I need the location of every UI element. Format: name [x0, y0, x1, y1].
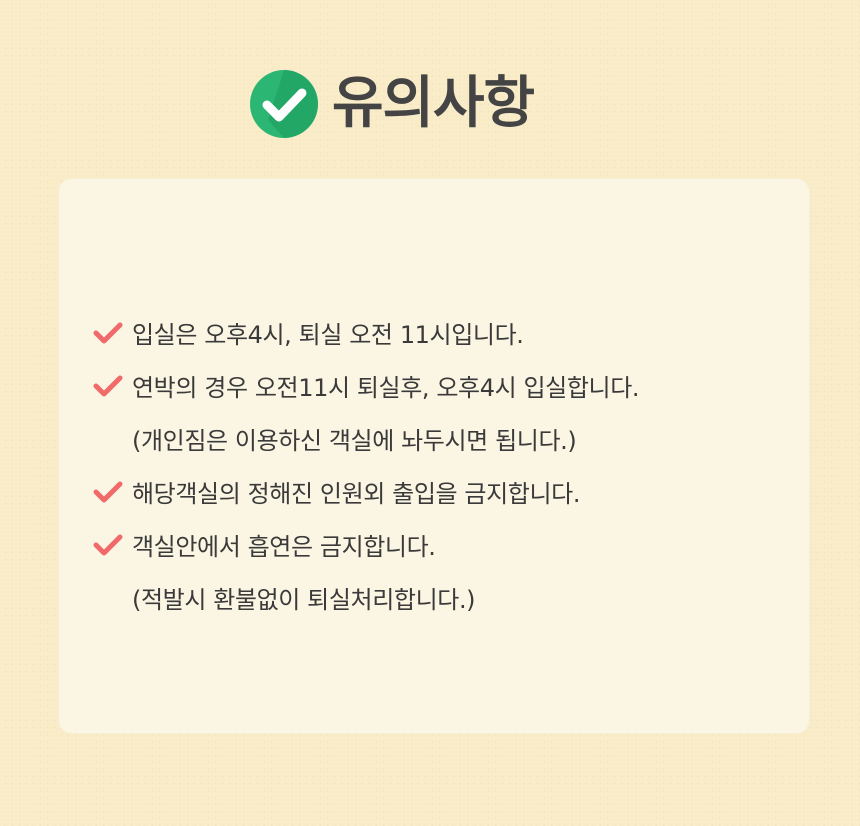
notice-item: 객실안에서 흡연은 금지합니다.: [92, 518, 792, 571]
notice-text: 해당객실의 정해진 인원외 출입을 금지합니다.: [132, 480, 581, 508]
notice-note: (개인짐은 이용하신 객실에 놔두시면 됩니다.): [92, 412, 792, 465]
checkmark-icon: [93, 481, 123, 502]
page-title: 유의사항: [248, 64, 535, 144]
notice-text: 객실안에서 흡연은 금지합니다.: [132, 533, 436, 561]
notice-item: 연박의 경우 오전11시 퇴실후, 오후4시 입실합니다.: [92, 359, 792, 412]
checkmark-icon: [93, 375, 123, 396]
page-title-text: 유의사항: [332, 71, 535, 136]
checkmark-icon: [93, 534, 123, 555]
notice-item: 입실은 오후4시, 퇴실 오전 11시입니다.: [92, 306, 792, 359]
notice-item: 해당객실의 정해진 인원외 출입을 금지합니다.: [92, 465, 792, 518]
notice-list: 입실은 오후4시, 퇴실 오전 11시입니다. 연박의 경우 오전11시 퇴실후…: [92, 306, 792, 624]
check-circle-icon: [248, 68, 320, 140]
checkmark-icon: [93, 322, 123, 343]
notice-text: 연박의 경우 오전11시 퇴실후, 오후4시 입실합니다.: [132, 374, 640, 402]
notice-subtext: (적발시 환불없이 퇴실처리합니다.): [132, 586, 476, 614]
notice-subtext: (개인짐은 이용하신 객실에 놔두시면 됩니다.): [132, 427, 577, 455]
notice-text: 입실은 오후4시, 퇴실 오전 11시입니다.: [132, 321, 524, 349]
notice-note: (적발시 환불없이 퇴실처리합니다.): [92, 571, 792, 624]
